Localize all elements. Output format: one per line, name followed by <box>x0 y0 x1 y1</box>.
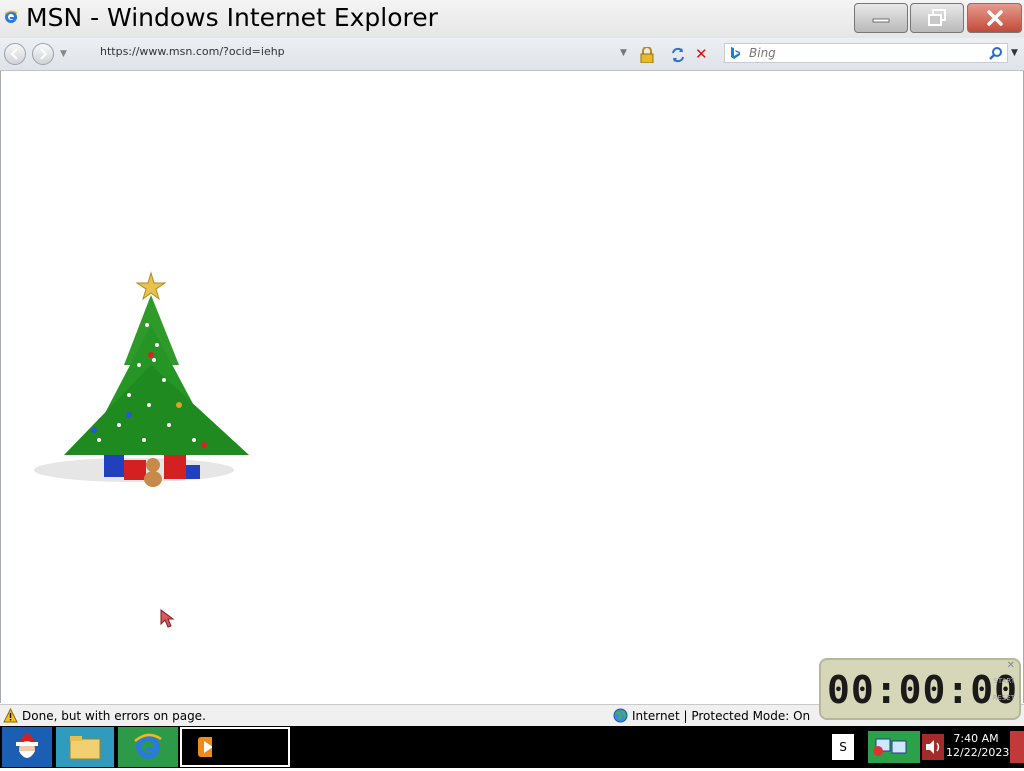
tray-item[interactable]: S <box>832 734 854 760</box>
timer-gadget: 00:00:00 ✕ START RESET <box>819 658 1021 720</box>
start-button[interactable] <box>2 727 52 767</box>
close-icon <box>986 10 1003 26</box>
timer-start-button[interactable]: START <box>993 677 1015 685</box>
christmas-tree-image <box>34 271 249 487</box>
search-box[interactable]: Bing <box>724 43 1008 63</box>
restore-icon <box>928 9 946 26</box>
forward-button[interactable] <box>32 43 54 65</box>
status-message: Done, but with errors on page. <box>22 709 206 723</box>
media-player-icon <box>198 737 218 757</box>
back-button[interactable] <box>4 43 26 65</box>
volume-icon[interactable] <box>922 734 944 760</box>
forward-icon <box>40 48 48 60</box>
santa-icon <box>16 732 38 758</box>
security-zone: Internet | Protected Mode: On <box>632 709 811 723</box>
window-title: MSN - Windows Internet Explorer <box>26 3 438 32</box>
folder-icon <box>69 736 101 760</box>
address-bar[interactable]: https://www.msn.com/?ocid=iehp <box>100 45 285 58</box>
history-dropdown[interactable]: ▼ <box>60 49 67 59</box>
restore-button[interactable] <box>910 3 964 33</box>
warning-icon[interactable] <box>3 708 18 723</box>
timer-reset-button[interactable]: RESET <box>993 694 1015 702</box>
search-placeholder: Bing <box>749 46 776 60</box>
timer-display: 00:00:00 <box>827 668 1019 712</box>
stop-icon[interactable]: ✕ <box>695 46 708 62</box>
navigation-bar: ▼ https://www.msn.com/?ocid=iehp ▼ ✕ Bin… <box>0 38 1024 71</box>
clock-date: 12/22/2023 <box>946 746 1010 759</box>
clock-time: 7:40 AM <box>953 732 999 745</box>
taskbar-explorer-button[interactable] <box>56 727 114 767</box>
taskbar-ie-button[interactable] <box>118 727 178 767</box>
globe-icon <box>613 708 628 723</box>
system-clock[interactable]: 7:40 AM 12/22/2023 <box>946 732 1010 760</box>
tray-network-icon[interactable] <box>868 731 920 763</box>
minimize-icon <box>872 18 890 23</box>
back-icon <box>10 48 18 60</box>
network-icon <box>873 738 907 756</box>
close-button[interactable] <box>967 3 1022 33</box>
bing-icon <box>731 47 740 59</box>
minimize-button[interactable] <box>854 3 908 33</box>
speaker-icon <box>926 740 940 754</box>
taskbar: es S 7:40 AM 12/22/2023 <box>0 726 1024 768</box>
title-bar: MSN - Windows Internet Explorer <box>0 0 1024 38</box>
mouse-cursor-icon <box>160 609 175 628</box>
gadget-close-button[interactable]: ✕ <box>1007 660 1015 671</box>
ie-logo-icon <box>4 10 18 23</box>
lock-icon[interactable] <box>640 47 654 63</box>
address-dropdown[interactable]: ▼ <box>620 48 627 58</box>
page-content <box>0 71 1024 703</box>
ie-logo-icon <box>134 733 162 759</box>
refresh-icon[interactable] <box>670 47 686 63</box>
search-icon[interactable] <box>989 46 1003 60</box>
show-desktop-button[interactable] <box>1010 731 1024 763</box>
search-dropdown[interactable]: ▼ <box>1011 48 1018 58</box>
taskbar-media-button[interactable] <box>180 727 290 767</box>
